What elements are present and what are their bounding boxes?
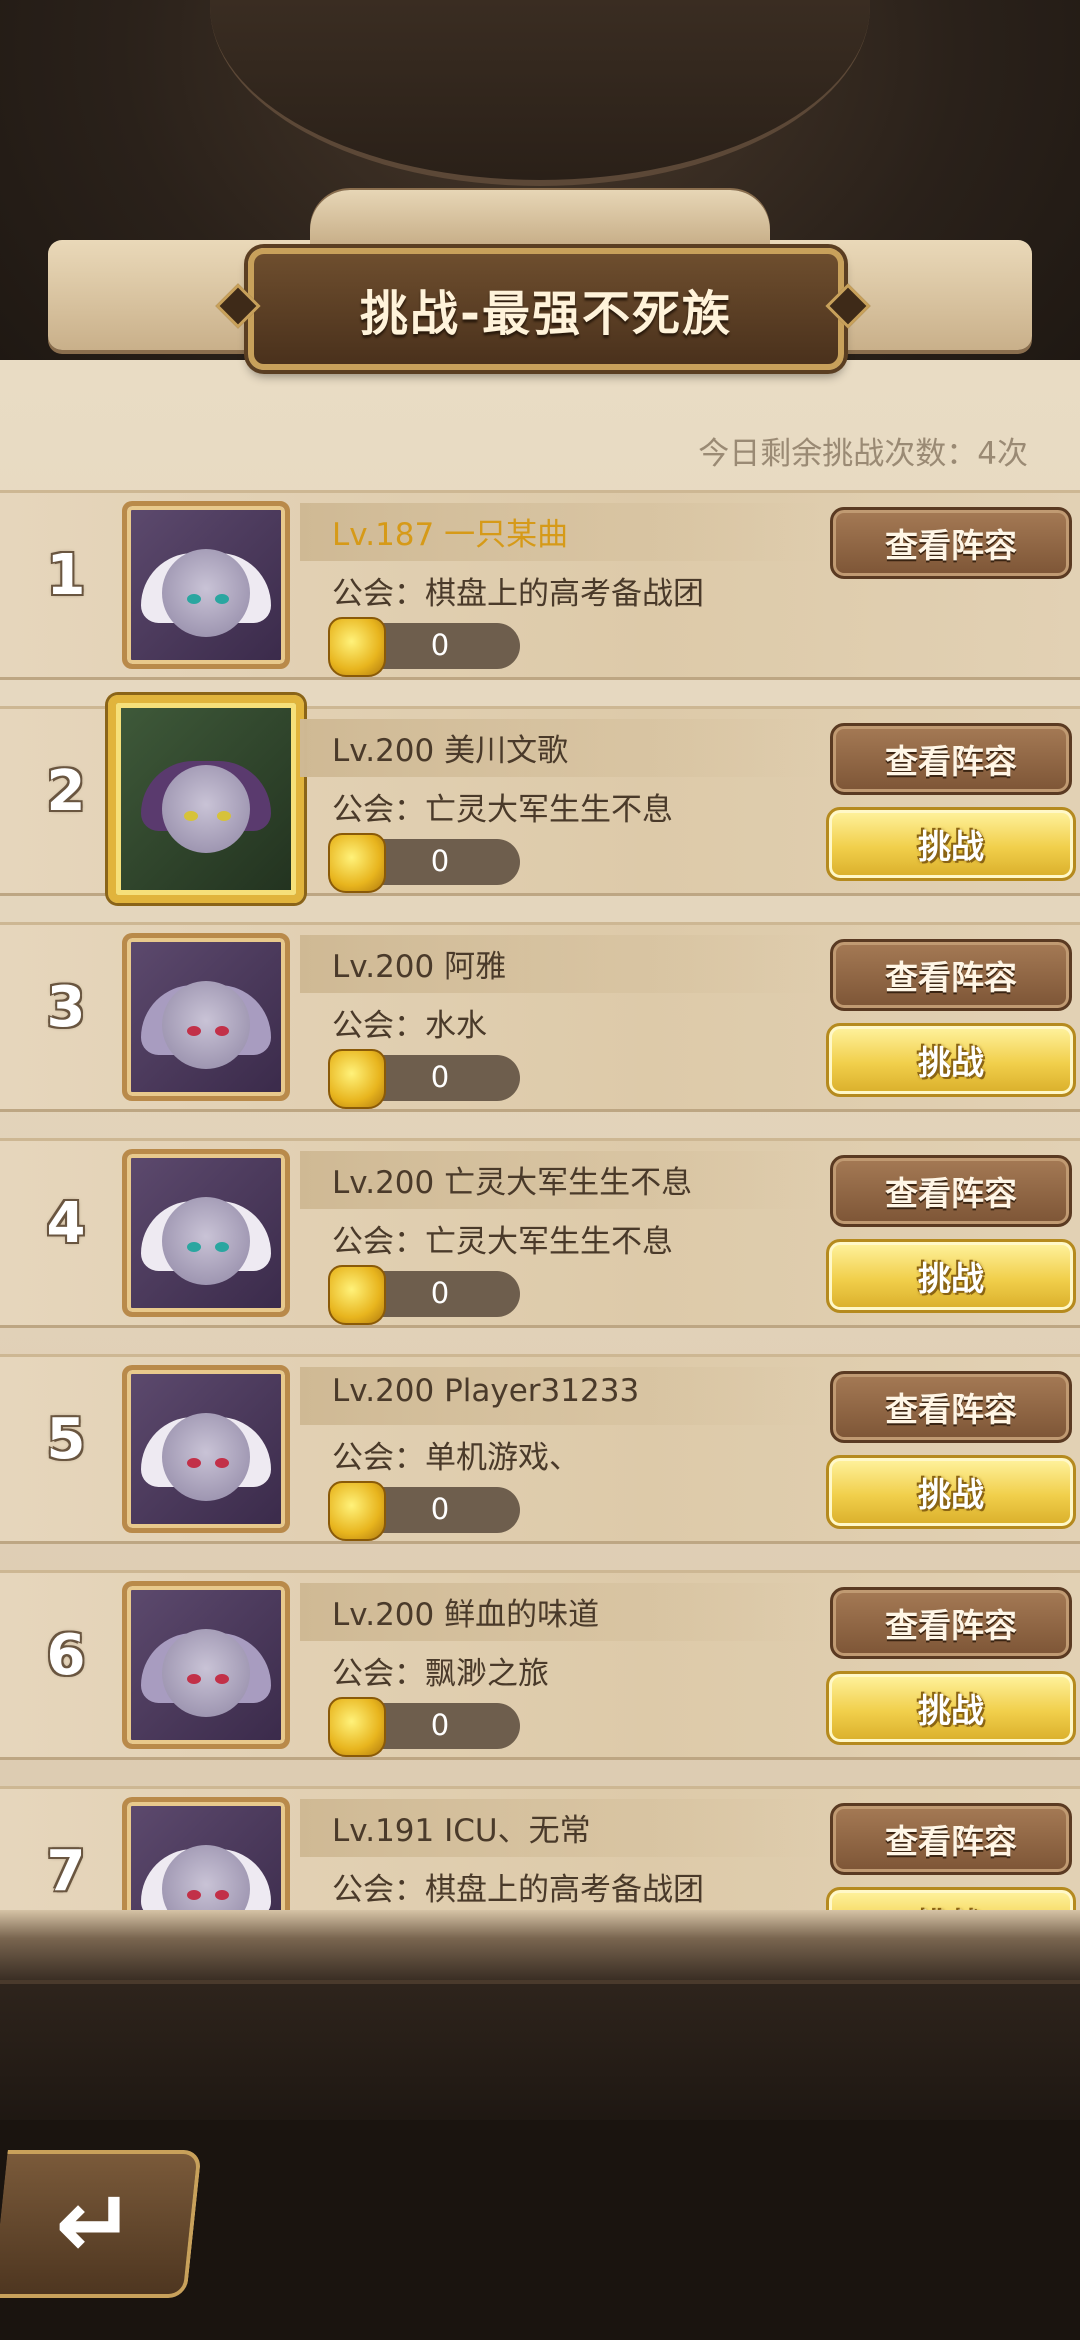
title-banner: 挑战-最强不死族 bbox=[248, 248, 844, 370]
rank-number: 4 bbox=[46, 1191, 86, 1256]
fist-icon bbox=[328, 1697, 386, 1757]
rank-number: 3 bbox=[46, 975, 86, 1040]
challenge-button[interactable]: 挑战 bbox=[826, 1671, 1076, 1745]
player-row-5: 5 Lv.200 Player31233 公会：单机游戏、 0 查看阵容 挑战 bbox=[0, 1354, 1080, 1544]
player-row-1: 1 Lv.187 一只某曲 公会：棋盘上的高考备战团 0 查看阵容 bbox=[0, 490, 1080, 680]
fist-icon bbox=[328, 1481, 386, 1541]
view-lineup-button[interactable]: 查看阵容 bbox=[830, 1371, 1072, 1443]
avatar[interactable] bbox=[122, 1797, 290, 1926]
back-button[interactable]: ↵ bbox=[0, 2150, 202, 2298]
avatar[interactable] bbox=[122, 933, 290, 1101]
back-arrow-icon: ↵ bbox=[54, 2168, 136, 2280]
view-lineup-button[interactable]: 查看阵容 bbox=[830, 939, 1072, 1011]
rank-number: 5 bbox=[46, 1407, 86, 1472]
rank-number: 2 bbox=[46, 759, 86, 824]
power-value: 0 bbox=[430, 1492, 450, 1526]
power-value: 0 bbox=[430, 844, 450, 878]
power-value: 0 bbox=[430, 628, 450, 662]
view-lineup-button[interactable]: 查看阵容 bbox=[830, 1155, 1072, 1227]
player-name: Lv.200 阿雅 bbox=[332, 949, 507, 985]
power-value: 0 bbox=[430, 1708, 450, 1742]
fist-icon bbox=[328, 617, 386, 677]
player-guild: 公会：棋盘上的高考备战团 bbox=[332, 1872, 704, 1908]
player-guild: 公会：亡灵大军生生不息 bbox=[332, 1224, 673, 1260]
bottom-bar bbox=[0, 1980, 1080, 2124]
fist-icon bbox=[328, 833, 386, 893]
power-value: 0 bbox=[430, 1060, 450, 1094]
avatar[interactable] bbox=[108, 695, 304, 903]
player-row-4: 4 Lv.200 亡灵大军生生不息 公会：亡灵大军生生不息 0 查看阵容 挑战 bbox=[0, 1138, 1080, 1328]
view-lineup-button[interactable]: 查看阵容 bbox=[830, 1803, 1072, 1875]
avatar[interactable] bbox=[122, 501, 290, 669]
rank-number: 7 bbox=[46, 1839, 86, 1904]
player-guild: 公会：棋盘上的高考备战团 bbox=[332, 576, 704, 612]
challenge-button[interactable]: 挑战 bbox=[826, 1455, 1076, 1529]
player-row-3: 3 Lv.200 阿雅 公会：水水 0 查看阵容 挑战 bbox=[0, 922, 1080, 1112]
player-name: Lv.200 美川文歌 bbox=[332, 733, 569, 769]
challenge-button[interactable]: 挑战 bbox=[826, 1023, 1076, 1097]
avatar[interactable] bbox=[122, 1365, 290, 1533]
power-value: 0 bbox=[430, 1276, 450, 1310]
challenge-button[interactable]: 挑战 bbox=[826, 1239, 1076, 1313]
player-row-2: 2 Lv.200 美川文歌 公会：亡灵大军生生不息 0 查看阵容 挑战 bbox=[0, 695, 1080, 903]
rank-number: 1 bbox=[46, 543, 86, 608]
fist-icon bbox=[328, 1049, 386, 1109]
player-row-7: 7 Lv.191 ICU、无常 公会：棋盘上的高考备战团 查看阵容 挑战 bbox=[0, 1786, 1080, 1926]
ranking-list[interactable]: 1 Lv.187 一只某曲 公会：棋盘上的高考备战团 0 查看阵容 2 Lv.2… bbox=[0, 490, 1080, 1926]
player-name: Lv.200 Player31233 bbox=[332, 1373, 640, 1409]
player-name: Lv.191 ICU、无常 bbox=[332, 1813, 591, 1849]
avatar[interactable] bbox=[122, 1581, 290, 1749]
player-name: Lv.200 鲜血的味道 bbox=[332, 1597, 600, 1633]
player-guild: 公会：亡灵大军生生不息 bbox=[332, 792, 673, 828]
fist-icon bbox=[328, 1265, 386, 1325]
player-row-6: 6 Lv.200 鲜血的味道 公会：飘渺之旅 0 查看阵容 挑战 bbox=[0, 1570, 1080, 1760]
view-lineup-button[interactable]: 查看阵容 bbox=[830, 723, 1072, 795]
player-name: Lv.187 一只某曲 bbox=[332, 517, 569, 553]
panel-bottom-edge bbox=[0, 1910, 1080, 1980]
player-guild: 公会：单机游戏、 bbox=[332, 1440, 580, 1476]
view-lineup-button[interactable]: 查看阵容 bbox=[830, 1587, 1072, 1659]
challenge-button[interactable]: 挑战 bbox=[826, 807, 1076, 881]
player-name: Lv.200 亡灵大军生生不息 bbox=[332, 1165, 693, 1201]
player-guild: 公会：飘渺之旅 bbox=[332, 1656, 549, 1692]
rank-number: 6 bbox=[46, 1623, 86, 1688]
player-guild: 公会：水水 bbox=[332, 1008, 487, 1044]
view-lineup-button[interactable]: 查看阵容 bbox=[830, 507, 1072, 579]
page-title: 挑战-最强不死族 bbox=[360, 286, 732, 342]
remaining-challenges: 今日剩余挑战次数：4次 bbox=[698, 436, 1028, 472]
avatar[interactable] bbox=[122, 1149, 290, 1317]
